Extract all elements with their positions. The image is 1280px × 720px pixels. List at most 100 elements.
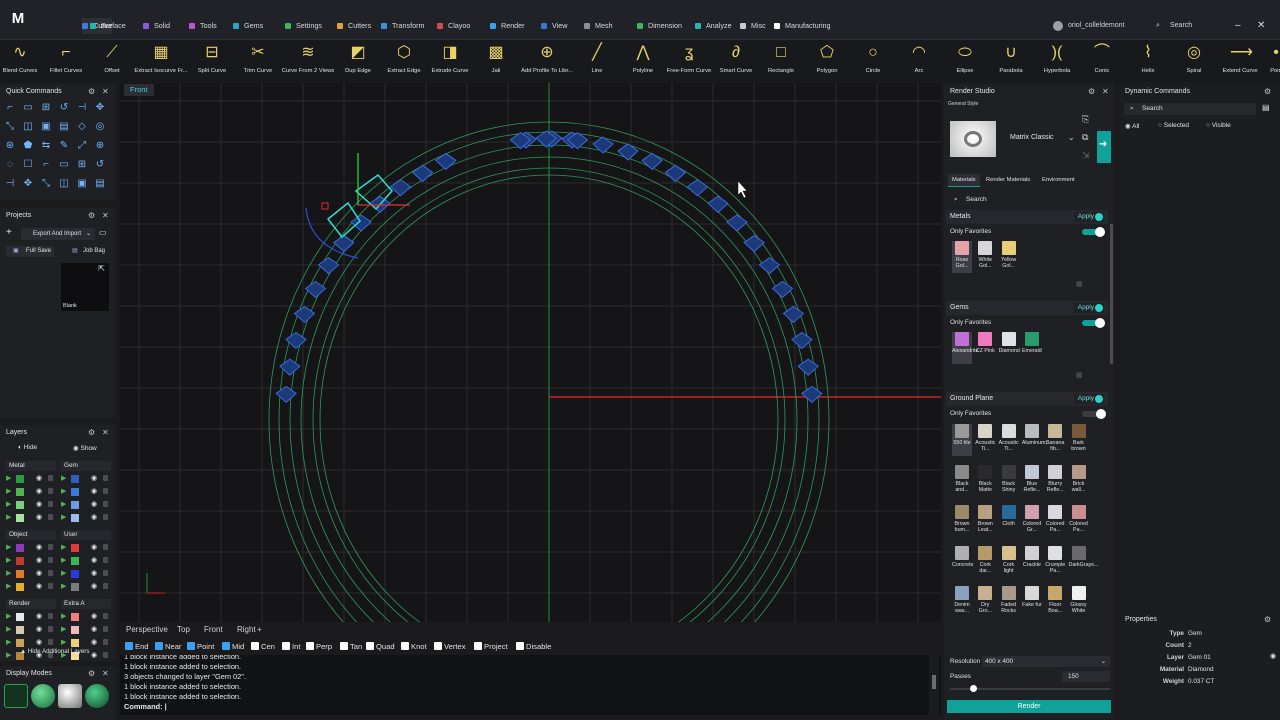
- snap-quad[interactable]: Quad: [366, 639, 395, 654]
- move-icon[interactable]: ✥: [94, 102, 106, 114]
- apply-style-button[interactable]: ➜: [1097, 131, 1111, 163]
- tab-cutters[interactable]: Cutters: [337, 18, 371, 34]
- material-thumb[interactable]: DarkGrays...: [1069, 545, 1098, 578]
- layer-row[interactable]: ▶ ◉: [61, 583, 111, 592]
- eye-icon[interactable]: ◉: [91, 487, 97, 495]
- rectangle-tool[interactable]: □ Rectangle: [761, 40, 801, 82]
- extract-isocurve-tool[interactable]: ▦ Extract Isocurve Fr...: [134, 40, 187, 82]
- material-thumb[interactable]: Colored Gr...: [1022, 505, 1042, 537]
- expand-arrow-icon[interactable]: ▶: [6, 651, 11, 659]
- hide-additional-layers-button[interactable]: ▲ Hide Additional Layers: [20, 648, 89, 655]
- layer-row[interactable]: ▶ ◉: [61, 501, 111, 510]
- artistic-mode-button[interactable]: [85, 684, 109, 708]
- material-thumb[interactable]: Colored Pa...: [1069, 505, 1089, 537]
- apply-gems-button[interactable]: Apply: [1073, 303, 1104, 313]
- snap-perp[interactable]: Perp: [306, 639, 332, 654]
- layer-row[interactable]: ▶ ◉: [61, 613, 111, 622]
- curve-from-views-tool[interactable]: ≋ Curve From 2 Views: [282, 40, 334, 82]
- boolean-icon[interactable]: ▣: [40, 121, 52, 133]
- layer-group-header[interactable]: Metal: [6, 461, 56, 471]
- add-view-icon[interactable]: +: [257, 622, 262, 638]
- list-view-icon[interactable]: ▤: [1262, 103, 1270, 112]
- lock-icon[interactable]: [48, 544, 53, 550]
- add-icon[interactable]: +: [6, 227, 12, 238]
- material-thumb[interactable]: Crackle: [1022, 545, 1042, 578]
- lock-icon[interactable]: [48, 557, 53, 563]
- layer-color-swatch[interactable]: [16, 501, 24, 509]
- boolean-icon[interactable]: ▣: [76, 178, 88, 190]
- eye-icon[interactable]: ◉: [91, 500, 97, 508]
- checkbox[interactable]: [401, 642, 409, 650]
- checkbox[interactable]: [306, 642, 314, 650]
- checkbox[interactable]: [222, 642, 230, 650]
- layer-row[interactable]: ▶ ◉: [6, 488, 56, 497]
- layer-color-swatch[interactable]: [16, 557, 24, 565]
- expand-arrow-icon[interactable]: ▶: [61, 625, 66, 633]
- hide-button[interactable]: ◐ Hide: [18, 444, 37, 451]
- jali-tool[interactable]: ▩ Jali: [476, 40, 516, 82]
- tab-settings[interactable]: Settings: [285, 18, 322, 34]
- box-icon[interactable]: ☐: [22, 159, 34, 171]
- gear-icon[interactable]: ⚙: [1088, 85, 1095, 99]
- expand-arrow-icon[interactable]: ▶: [6, 625, 11, 633]
- show-button[interactable]: ◉ Show: [73, 444, 97, 452]
- layer-group-header[interactable]: Extra A: [61, 599, 111, 609]
- lock-icon[interactable]: [48, 514, 53, 520]
- smart-curve-tool[interactable]: ∂ Smart Curve: [716, 40, 756, 82]
- layer-row[interactable]: ▶ ◉: [61, 626, 111, 635]
- snap-project[interactable]: Project: [474, 639, 508, 654]
- lock-icon[interactable]: [103, 652, 108, 658]
- layer-color-swatch[interactable]: [16, 613, 24, 621]
- layer-color-swatch[interactable]: [16, 488, 24, 496]
- folder-icon[interactable]: ▭: [99, 228, 107, 237]
- polyline-tool[interactable]: ⋀ Polyline: [623, 40, 663, 82]
- layer-color-swatch[interactable]: [16, 626, 24, 634]
- material-thumb[interactable]: Aluminum...: [1022, 424, 1050, 456]
- job-bag-tab[interactable]: ▤ Job Bag: [57, 246, 107, 257]
- expand-arrow-icon[interactable]: ▶: [6, 487, 11, 495]
- scale-icon[interactable]: ⤡: [4, 121, 16, 133]
- layer-row[interactable]: ▶ ◉: [6, 570, 56, 579]
- eye-icon[interactable]: ◉: [36, 487, 42, 495]
- material-thumb[interactable]: Brick wall...: [1069, 464, 1089, 497]
- close-icon[interactable]: ✕: [102, 667, 109, 681]
- line-tool[interactable]: ╱ Line: [577, 40, 617, 82]
- full-save-tab[interactable]: ▣ Full Save: [6, 246, 54, 257]
- tab-surface[interactable]: Surface: [90, 18, 126, 34]
- expand-arrow-icon[interactable]: ▶: [6, 612, 11, 620]
- expand-arrow-icon[interactable]: ▶: [61, 638, 66, 646]
- command-scrollbar[interactable]: [929, 655, 939, 715]
- layer-group-header[interactable]: User: [61, 530, 111, 540]
- lock-icon[interactable]: [103, 557, 108, 563]
- filter-selected[interactable]: ○ Selected: [1158, 122, 1189, 129]
- tab-view[interactable]: View: [541, 18, 567, 34]
- tab-dimension[interactable]: Dimension: [637, 18, 682, 34]
- view-tab-top[interactable]: Top: [177, 622, 190, 638]
- snap-int[interactable]: Int: [282, 639, 300, 654]
- layer-color-swatch[interactable]: [16, 544, 24, 552]
- expand-arrow-icon[interactable]: ▶: [61, 500, 66, 508]
- material-thumb[interactable]: Black Matte: [975, 464, 995, 497]
- filter-all[interactable]: ◉ All: [1125, 122, 1139, 130]
- lock-icon[interactable]: [48, 613, 53, 619]
- material-thumb[interactable]: Black and...: [952, 464, 972, 497]
- layer-row[interactable]: ▶ ◉: [6, 544, 56, 553]
- lock-icon[interactable]: [103, 583, 108, 589]
- blend-curves-tool[interactable]: ∿ Blend Curves: [0, 40, 40, 82]
- style-name[interactable]: Matrix Classic: [1010, 134, 1054, 141]
- layer-color-swatch[interactable]: [16, 475, 24, 483]
- material-thumb[interactable]: Cloth: [999, 505, 1019, 537]
- mirror-icon[interactable]: ⇆: [40, 140, 52, 152]
- fillet-curves-tool[interactable]: ⌐ Fillet Curves: [46, 40, 86, 82]
- material-thumb[interactable]: Denim was...: [952, 586, 972, 618]
- material-thumb[interactable]: Black Shiny: [999, 464, 1019, 497]
- layer-row[interactable]: ▶ ◉: [61, 475, 111, 484]
- filter-visible[interactable]: ○ Visible: [1206, 122, 1231, 129]
- lock-icon[interactable]: [103, 544, 108, 550]
- material-thumb[interactable]: Rose Gol...: [952, 241, 972, 273]
- slider-handle[interactable]: [970, 685, 977, 692]
- app-logo[interactable]: M: [8, 8, 28, 30]
- apply-ground-button[interactable]: Apply: [1073, 394, 1104, 404]
- rotate-icon[interactable]: ↺: [58, 102, 70, 114]
- trim-icon[interactable]: ⊣: [4, 178, 16, 190]
